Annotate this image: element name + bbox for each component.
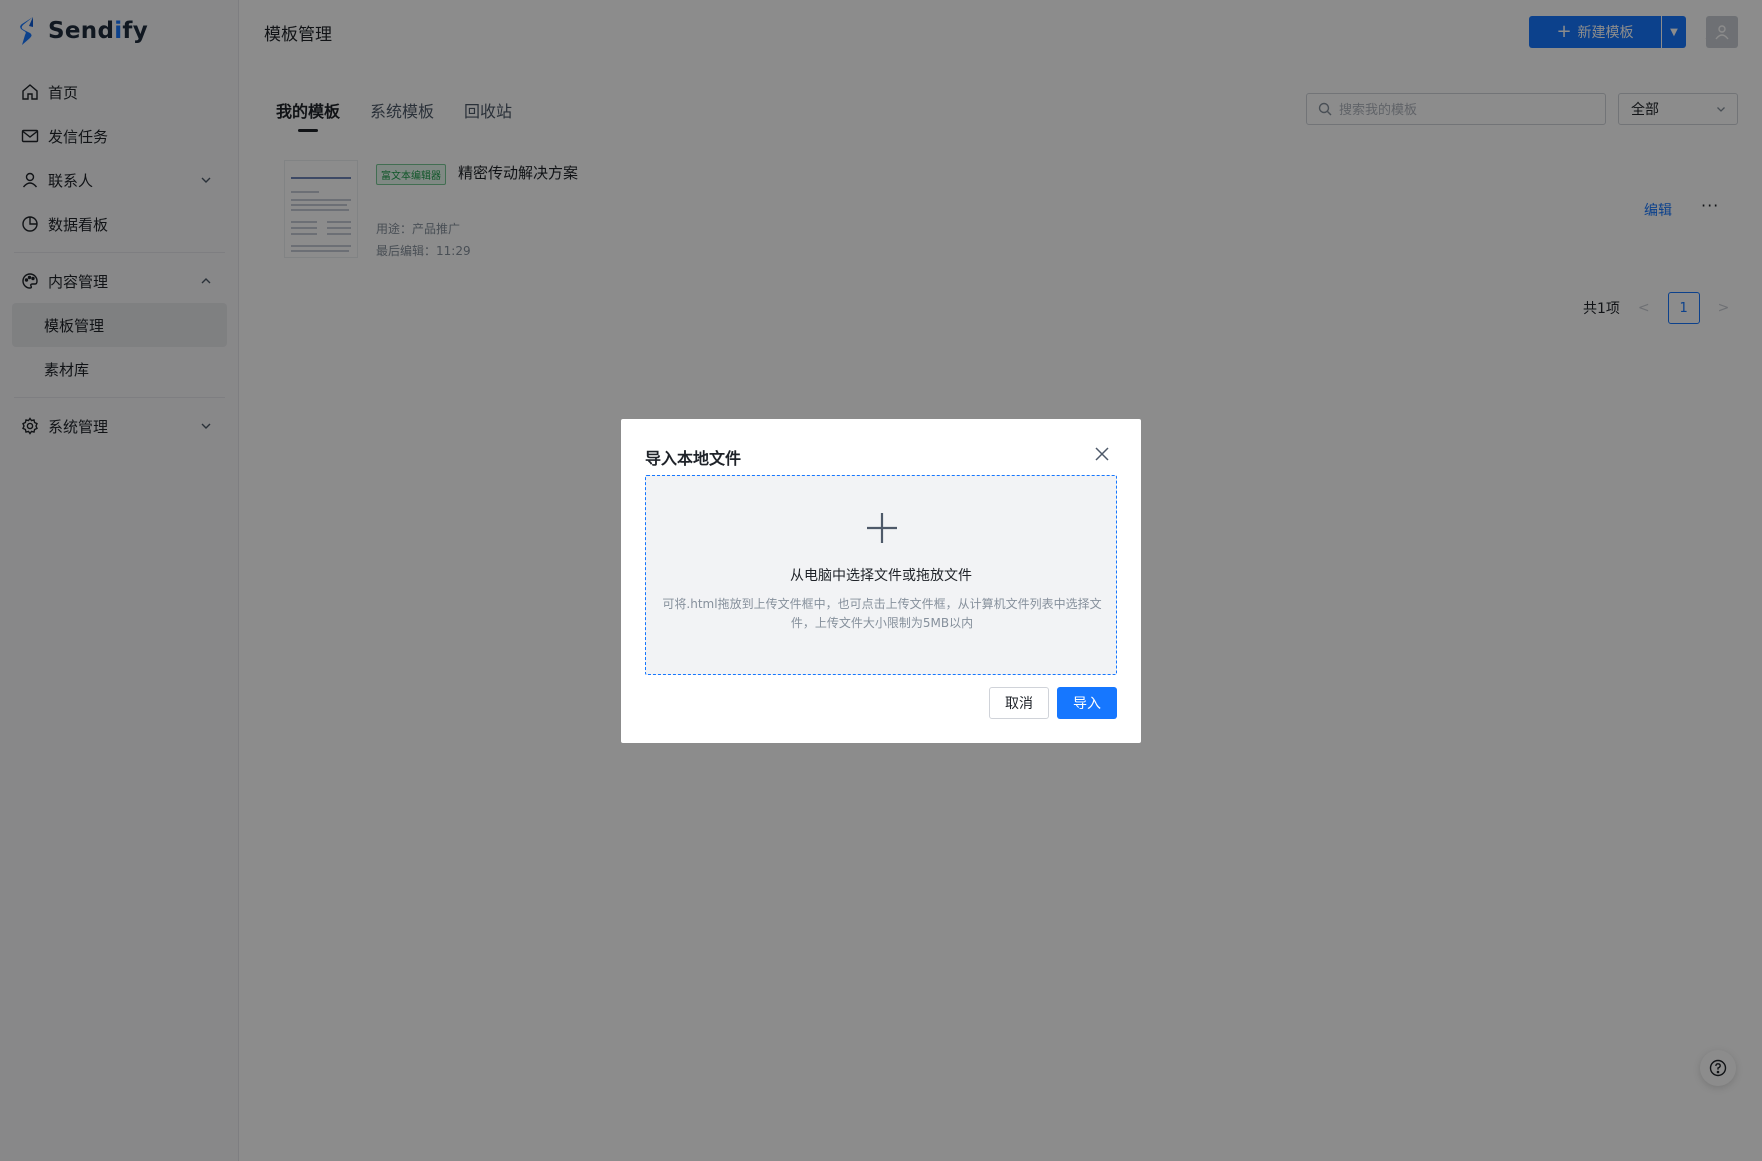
close-icon[interactable]: [1093, 445, 1111, 463]
file-dropzone[interactable]: 从电脑中选择文件或拖放文件 可将.html拖放到上传文件框中，也可点击上传文件框…: [645, 475, 1117, 675]
cancel-button[interactable]: 取消: [989, 687, 1049, 719]
dropzone-title: 从电脑中选择文件或拖放文件: [790, 568, 972, 584]
import-file-dialog: 导入本地文件 从电脑中选择文件或拖放文件 可将.html拖放到上传文件框中，也可…: [621, 419, 1141, 743]
dropzone-hint: 可将.html拖放到上传文件框中，也可点击上传文件框，从计算机文件列表中选择文件…: [662, 597, 1102, 630]
dialog-title: 导入本地文件: [645, 449, 742, 468]
plus-icon: [867, 513, 897, 543]
import-button[interactable]: 导入: [1057, 687, 1117, 719]
